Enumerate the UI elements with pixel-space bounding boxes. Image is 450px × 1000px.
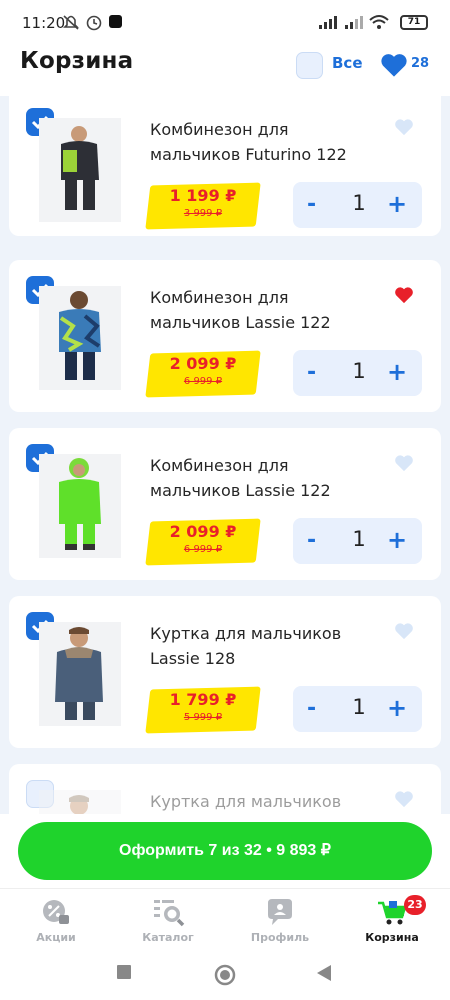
old-price: 6 999 ₽ — [183, 376, 223, 387]
increase-button[interactable]: + — [387, 694, 409, 722]
checkout-button[interactable]: Оформить 7 из 32 • 9 893 ₽ — [18, 822, 432, 880]
status-time: 11:20 — [22, 14, 66, 32]
current-price: 1 199 ₽ — [169, 186, 237, 205]
increase-button[interactable]: + — [387, 190, 409, 218]
old-price: 5 999 ₽ — [183, 712, 223, 723]
signal-icon — [319, 16, 337, 29]
favorite-heart-icon[interactable] — [394, 454, 414, 472]
favorite-heart-icon[interactable] — [394, 790, 414, 808]
product-name[interactable]: Комбинезон для мальчиков Lassie 122 — [150, 285, 370, 335]
quantity-value: 1 — [352, 191, 366, 215]
current-price: 2 099 ₽ — [169, 522, 237, 541]
cart-item: Куртка для мальчиков — [9, 764, 441, 814]
catalog-search-icon — [154, 900, 185, 927]
mute-icon — [63, 15, 79, 30]
select-all-label[interactable]: Все — [332, 54, 363, 72]
product-image[interactable] — [39, 286, 121, 390]
home-circle-icon[interactable] — [214, 964, 236, 986]
cart-count-badge: 23 — [404, 895, 426, 915]
decrease-button[interactable]: - — [307, 696, 325, 722]
product-image[interactable] — [39, 622, 121, 726]
jacket-photo — [55, 627, 103, 720]
wifi-icon — [369, 15, 389, 29]
product-name[interactable]: Комбинезон для мальчиков Lassie 122 — [150, 453, 370, 503]
increase-button[interactable]: + — [387, 358, 409, 386]
back-triangle-icon[interactable] — [316, 964, 332, 982]
old-price: 6 999 ₽ — [183, 544, 223, 555]
favorite-heart-icon[interactable] — [394, 286, 414, 304]
status-bar: 11:20 71 — [0, 0, 450, 44]
increase-button[interactable]: + — [387, 526, 409, 554]
product-image[interactable] — [39, 454, 121, 558]
system-navigation-bar — [0, 950, 450, 1000]
favorite-heart-icon[interactable] — [394, 622, 414, 640]
price-tag: 2 099 ₽ 6 999 ₽ — [145, 350, 261, 398]
recents-square-icon[interactable] — [116, 964, 132, 980]
old-price: 3 999 ₽ — [183, 208, 223, 219]
price-tag: 2 099 ₽ 6 999 ₽ — [145, 518, 261, 566]
product-name[interactable]: Куртка для мальчиков — [150, 789, 370, 814]
snowsuit-photo — [59, 291, 101, 380]
cart-item: Комбинезон для мальчиков Futurino 122 1 … — [9, 96, 441, 236]
bottom-navigation: Акции Каталог Профиль 23 Корзина — [0, 888, 450, 950]
decrease-button[interactable]: - — [307, 192, 325, 218]
quantity-stepper: - 1 + — [293, 686, 422, 732]
nav-item-profile[interactable]: Профиль — [224, 889, 336, 951]
nav-item-catalog[interactable]: Каталог — [112, 889, 224, 951]
jacket-photo — [69, 795, 89, 814]
cart-item: Комбинезон для мальчиков Lassie 122 2 09… — [9, 260, 441, 412]
select-all-checkbox[interactable] — [296, 52, 323, 79]
product-name[interactable]: Куртка для мальчиков Lassie 128 — [150, 621, 370, 671]
quantity-value: 1 — [352, 359, 366, 383]
nav-label: Корзина — [365, 931, 419, 944]
product-image[interactable] — [39, 118, 121, 222]
price-tag: 1 799 ₽ 5 999 ₽ — [145, 686, 261, 734]
page-title: Корзина — [20, 48, 134, 74]
quantity-value: 1 — [352, 527, 366, 551]
snowsuit-photo — [59, 458, 101, 550]
nav-label: Профиль — [250, 931, 310, 944]
product-image[interactable] — [39, 790, 121, 814]
favorite-heart-icon[interactable] — [394, 118, 414, 136]
quantity-stepper: - 1 + — [293, 518, 422, 564]
quantity-stepper: - 1 + — [293, 182, 422, 228]
profile-icon — [268, 899, 292, 925]
signal-2-icon — [345, 16, 363, 29]
snowsuit-photo — [61, 126, 99, 210]
quantity-value: 1 — [352, 695, 366, 719]
favorites-count[interactable]: 28 — [411, 56, 429, 71]
promo-icon — [43, 900, 69, 924]
app-notification-icon — [109, 15, 122, 28]
favorites-heart-icon[interactable] — [380, 52, 408, 78]
nav-label: Каталог — [142, 931, 194, 944]
battery-indicator: 71 — [400, 15, 428, 30]
product-name[interactable]: Комбинезон для мальчиков Futurino 122 — [150, 117, 370, 167]
checkout-bar: Оформить 7 из 32 • 9 893 ₽ — [0, 814, 450, 888]
nav-item-promotions[interactable]: Акции — [0, 889, 112, 951]
cart-item: Комбинезон для мальчиков Lassie 122 2 09… — [9, 428, 441, 580]
cart-header: Корзина Все 28 — [0, 44, 450, 96]
cart-item-list[interactable]: Комбинезон для мальчиков Futurino 122 1 … — [0, 96, 450, 814]
quantity-stepper: - 1 + — [293, 350, 422, 396]
nav-item-cart[interactable]: 23 Корзина — [336, 889, 448, 951]
decrease-button[interactable]: - — [307, 528, 325, 554]
current-price: 1 799 ₽ — [169, 690, 237, 709]
decrease-button[interactable]: - — [307, 360, 325, 386]
nav-label: Акции — [36, 931, 76, 944]
price-tag: 1 199 ₽ 3 999 ₽ — [145, 182, 261, 230]
current-price: 2 099 ₽ — [169, 354, 237, 373]
cart-item: Куртка для мальчиков Lassie 128 1 799 ₽ … — [9, 596, 441, 748]
alarm-icon — [86, 15, 102, 31]
